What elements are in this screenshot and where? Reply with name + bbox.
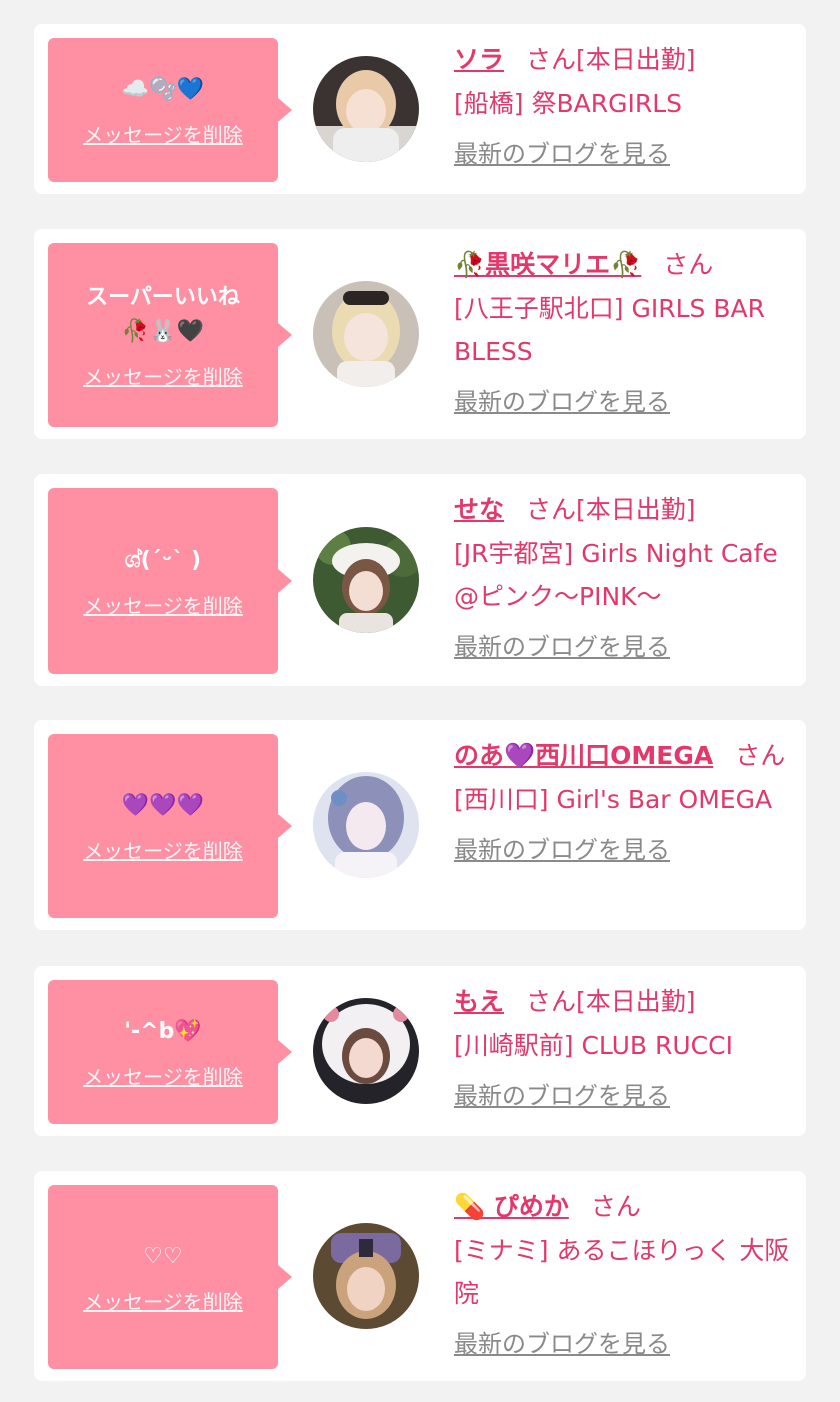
message-text: 💜💜💜 [121, 792, 205, 818]
delete-message-link[interactable]: メッセージを削除 [83, 1286, 243, 1315]
cast-info: ソラ さん[本日出勤] [船橋] 祭BARGIRLS 最新のブログを見る [454, 38, 796, 171]
cast-name-link[interactable]: のあ💜西川口OMEGA [454, 741, 713, 770]
latest-blog-link[interactable]: 最新のブログを見る [454, 1327, 670, 1361]
cast-status: さん [590, 1192, 641, 1221]
latest-blog-link[interactable]: 最新のブログを見る [454, 1079, 670, 1113]
delete-message-link[interactable]: メッセージを削除 [83, 361, 243, 390]
delete-message-link[interactable]: メッセージを削除 [83, 119, 243, 148]
cast-info: 🥀黒咲マリエ🥀 さん [八王子駅北口] GIRLS BAR BLESS 最新のブロ… [454, 243, 796, 419]
cast-info: 💊 ぴめか さん [ミナミ] あるこほりっく 大阪院 最新のブログを見る [454, 1185, 796, 1361]
message-text: ශ්(ˊᵕˋ ) [124, 547, 202, 573]
cast-status: さん[本日出勤] [526, 495, 696, 524]
delete-message-link[interactable]: メッセージを削除 [83, 835, 243, 864]
cast-status: さん[本日出勤] [526, 45, 696, 74]
message-text: ♡♡ [143, 1243, 183, 1269]
avatar[interactable] [313, 1223, 419, 1329]
delete-message-link[interactable]: メッセージを削除 [83, 1061, 243, 1090]
avatar[interactable] [313, 527, 419, 633]
message-text: スーパーいいね 🥀🐰🖤 [86, 284, 240, 344]
avatar-photo-pimeka-icon [313, 1223, 419, 1329]
avatar[interactable] [313, 772, 419, 878]
shop-name: [船橋] 祭BARGIRLS [454, 89, 682, 118]
avatar-photo-sora-icon [313, 56, 419, 162]
avatar-photo-marie-icon [313, 281, 419, 387]
cast-info: のあ💜西川口OMEGA さん [西川口] Girl's Bar OMEGA 最新の… [454, 734, 796, 867]
latest-blog-link[interactable]: 最新のブログを見る [454, 385, 670, 419]
shop-name: [川崎駅前] CLUB RUCCI [454, 1031, 733, 1060]
cast-name-link[interactable]: せな [454, 495, 504, 524]
avatar[interactable] [313, 281, 419, 387]
shop-name: [西川口] Girl's Bar OMEGA [454, 785, 773, 814]
avatar-photo-moe-icon [313, 998, 419, 1104]
shop-name: [ミナミ] あるこほりっく 大阪院 [454, 1236, 790, 1308]
cast-name-link[interactable]: ソラ [454, 45, 504, 74]
message-bubble: 💜💜💜 メッセージを削除 [48, 734, 292, 918]
message-card: 💜💜💜 メッセージを削除 のあ💜西川口OMEGA さん [西川口] Girl's … [34, 720, 806, 930]
shop-name: [JR宇都宮] Girls Night Cafe @ピンク〜PINK〜 [454, 539, 778, 611]
message-bubble: ☁️🫧💙 メッセージを削除 [48, 38, 292, 182]
cast-name-link[interactable]: もえ [454, 987, 504, 1016]
message-text: ☁️🫧💙 [121, 76, 205, 102]
message-text: '-^b💖 [124, 1018, 202, 1044]
latest-blog-link[interactable]: 最新のブログを見る [454, 630, 670, 664]
avatar[interactable] [313, 56, 419, 162]
message-card: ☁️🫧💙 メッセージを削除 ソラ さん[本日出勤] [船橋] 祭BARGIRLS … [34, 24, 806, 194]
message-bubble: '-^b💖 メッセージを削除 [48, 980, 292, 1124]
cast-status: さん [663, 250, 714, 279]
favorites-message-list: ☁️🫧💙 メッセージを削除 ソラ さん[本日出勤] [船橋] 祭BARGIRLS … [0, 0, 840, 1402]
message-card: スーパーいいね 🥀🐰🖤 メッセージを削除 🥀黒咲マリエ🥀 さん [八王子駅北口] … [34, 229, 806, 439]
cast-name-link[interactable]: 💊 ぴめか [454, 1192, 569, 1221]
shop-name: [八王子駅北口] GIRLS BAR BLESS [454, 294, 765, 366]
avatar-illustration-noa-icon [313, 772, 419, 878]
delete-message-link[interactable]: メッセージを削除 [83, 590, 243, 619]
avatar[interactable] [313, 998, 419, 1104]
message-card: ♡♡ メッセージを削除 💊 ぴめか さん [ミナミ] あるこほりっく 大阪院 最新… [34, 1171, 806, 1381]
cast-status: さん [735, 741, 786, 770]
avatar-photo-sena-icon [313, 527, 419, 633]
message-bubble: スーパーいいね 🥀🐰🖤 メッセージを削除 [48, 243, 292, 427]
message-card: ශ්(ˊᵕˋ ) メッセージを削除 せな さん[本日出勤] [JR宇都宮] Gir… [34, 474, 806, 686]
message-bubble: ශ්(ˊᵕˋ ) メッセージを削除 [48, 488, 292, 674]
message-card: '-^b💖 メッセージを削除 もえ さん[本日出勤] [川崎駅前] CLUB RU… [34, 966, 806, 1136]
cast-info: もえ さん[本日出勤] [川崎駅前] CLUB RUCCI 最新のブログを見る [454, 980, 796, 1113]
cast-name-link[interactable]: 🥀黒咲マリエ🥀 [454, 250, 641, 279]
cast-status: さん[本日出勤] [526, 987, 696, 1016]
message-bubble: ♡♡ メッセージを削除 [48, 1185, 292, 1369]
latest-blog-link[interactable]: 最新のブログを見る [454, 833, 670, 867]
cast-info: せな さん[本日出勤] [JR宇都宮] Girls Night Cafe @ピンク… [454, 488, 796, 664]
latest-blog-link[interactable]: 最新のブログを見る [454, 137, 670, 171]
